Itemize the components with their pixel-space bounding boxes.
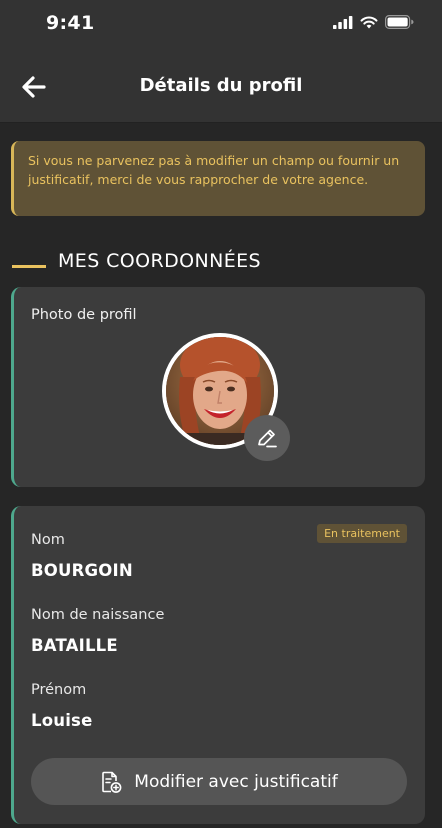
- field-label-prenom: Prénom: [31, 682, 87, 698]
- status-time: 9:41: [46, 12, 95, 34]
- field-label-nom: Nom: [31, 532, 65, 548]
- alert-text: Si vous ne parvenez pas à modifier un ch…: [28, 153, 400, 187]
- field-label-nom-naissance: Nom de naissance: [31, 607, 165, 623]
- info-alert: Si vous ne parvenez pas à modifier un ch…: [11, 141, 425, 216]
- battery-icon: [385, 15, 414, 29]
- page-title: Détails du profil: [139, 75, 303, 96]
- pencil-icon: [258, 429, 277, 448]
- field-value-nom: BOURGOIN: [31, 561, 133, 580]
- modify-with-document-button[interactable]: Modifier avec justificatif: [31, 758, 407, 805]
- nav-bar: Détails du profil: [0, 50, 442, 123]
- field-value-nom-naissance: BATAILLE: [31, 636, 118, 655]
- edit-photo-button[interactable]: [244, 415, 290, 461]
- modify-button-label: Modifier avec justificatif: [134, 771, 338, 792]
- status-icons: [333, 15, 414, 29]
- wifi-icon: [360, 16, 378, 28]
- profile-photo-card: Photo de profil: [11, 287, 425, 487]
- signal-icon: [333, 15, 353, 29]
- status-badge: En traitement: [317, 524, 407, 543]
- section-header: MES COORDONNÉES: [12, 250, 261, 272]
- section-title: MES COORDONNÉES: [58, 250, 261, 272]
- status-bar: 9:41: [0, 0, 442, 50]
- document-add-icon: [102, 771, 122, 793]
- section-accent-bar: [12, 264, 46, 268]
- field-value-prenom: Louise: [31, 711, 93, 730]
- photo-label: Photo de profil: [31, 307, 137, 323]
- identity-card: En traitement Nom BOURGOIN Nom de naissa…: [11, 506, 425, 824]
